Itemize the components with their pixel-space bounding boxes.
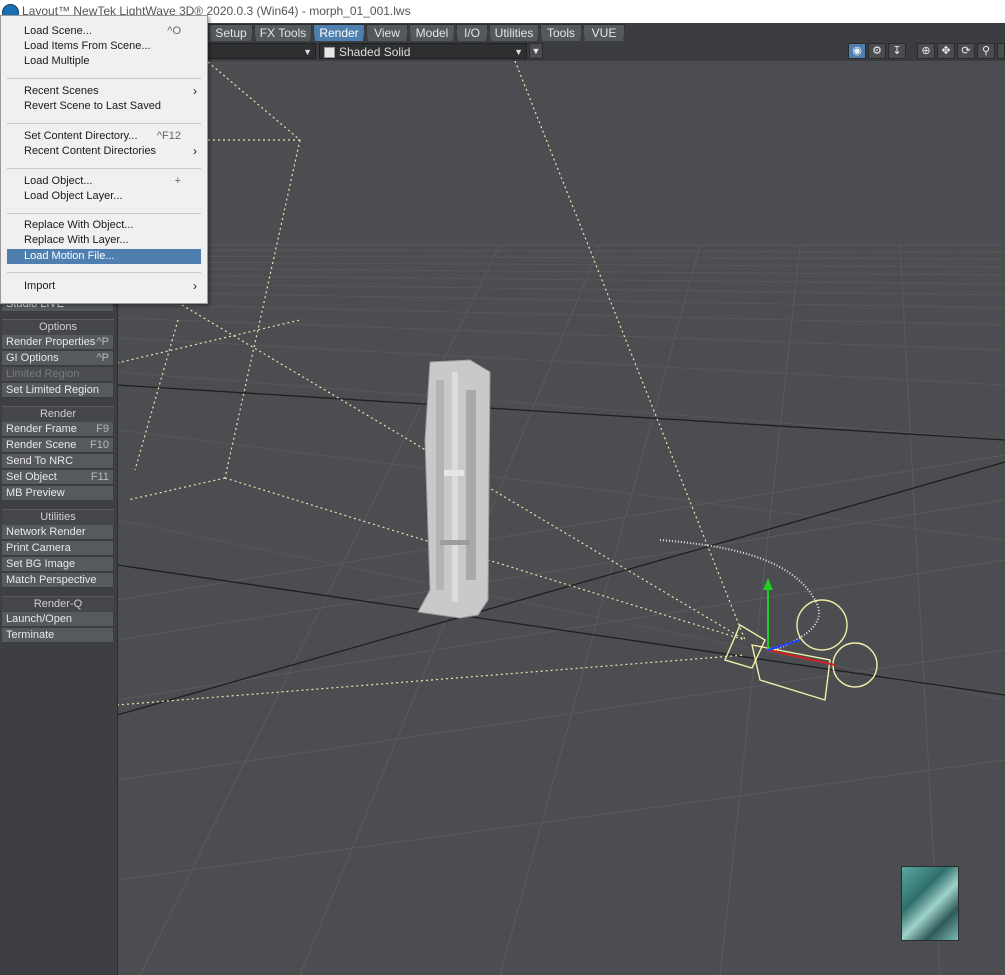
menu-separator	[7, 168, 201, 169]
tab-render[interactable]: Render	[313, 24, 365, 41]
center-icon[interactable]: ⊕	[917, 43, 935, 59]
menu-item-replace-with-object[interactable]: Replace With Object...	[7, 218, 201, 233]
menu-separator	[7, 123, 201, 124]
chevron-right-icon: ›	[193, 84, 197, 98]
view-type-select[interactable]: ▼	[205, 43, 316, 59]
send-to-nrc-button[interactable]: Send To NRC	[2, 454, 113, 469]
tab-fx-tools[interactable]: FX Tools	[254, 24, 312, 41]
menu-separator	[7, 272, 201, 273]
zoom-icon[interactable]: ⚲	[977, 43, 995, 59]
grid-axes	[117, 384, 1005, 716]
network-render-button[interactable]: Network Render	[2, 525, 113, 540]
gi-options-button[interactable]: GI Options ^P	[2, 351, 113, 366]
maximize-icon[interactable]	[997, 43, 1005, 59]
tab-utilities[interactable]: Utilities	[489, 24, 539, 41]
tab-io[interactable]: I/O	[456, 24, 488, 41]
menu-item-load-items-from-scene[interactable]: Load Items From Scene...	[7, 39, 201, 54]
chevron-down-icon: ▼	[531, 46, 541, 56]
transform-gizmo	[763, 578, 836, 666]
shading-mode-select[interactable]: Shaded Solid ▼	[319, 43, 527, 59]
menu-item-replace-with-layer[interactable]: Replace With Layer...	[7, 233, 201, 248]
launch-open-button[interactable]: Launch/Open	[2, 612, 113, 627]
gear-icon[interactable]: ⚙	[868, 43, 886, 59]
extra-options-dropdown[interactable]: ▼	[529, 43, 543, 59]
menu-item-set-content-directory[interactable]: Set Content Directory... ^F12	[7, 129, 201, 144]
group-title-options: Options	[2, 319, 114, 335]
file-load-menu: Load Scene... ^O Load Items From Scene...…	[0, 15, 208, 304]
render-properties-button[interactable]: Render Properties ^P	[2, 335, 113, 350]
print-camera-button[interactable]: Print Camera	[2, 541, 113, 556]
menu-item-load-object-layer[interactable]: Load Object Layer...	[7, 189, 201, 204]
menu-item-import[interactable]: Import ›	[7, 279, 201, 294]
render-scene-button[interactable]: Render Scene F10	[2, 438, 113, 453]
tab-model[interactable]: Model	[409, 24, 455, 41]
move-icon[interactable]: ✥	[937, 43, 955, 59]
3d-viewport[interactable]	[117, 61, 1005, 975]
menu-separator	[7, 78, 201, 79]
set-bg-image-button[interactable]: Set BG Image	[2, 557, 113, 572]
shaded-solid-swatch	[324, 47, 335, 58]
menu-separator	[7, 213, 201, 214]
viewport-scene	[117, 61, 1005, 975]
background-image-thumbnail	[901, 866, 959, 941]
camera-render-icon[interactable]: ◉	[848, 43, 866, 59]
menu-item-load-scene[interactable]: Load Scene... ^O	[7, 24, 201, 39]
menu-item-revert-scene[interactable]: Revert Scene to Last Saved	[7, 99, 201, 114]
scene-object-tower	[417, 359, 491, 619]
set-limited-region-button[interactable]: Set Limited Region	[2, 383, 113, 398]
left-tool-panel: Studio LIVE Options Render Properties ^P …	[0, 297, 118, 975]
mb-preview-button[interactable]: MB Preview	[2, 486, 113, 501]
camera-object	[724, 599, 878, 701]
tab-vue[interactable]: VUE	[583, 24, 625, 41]
tab-tools[interactable]: Tools	[540, 24, 582, 41]
chevron-down-icon: ▼	[303, 47, 312, 57]
menu-item-load-motion-file[interactable]: Load Motion File...	[7, 249, 201, 264]
menu-item-load-multiple[interactable]: Load Multiple	[7, 54, 201, 69]
sel-object-button[interactable]: Sel Object F11	[2, 470, 113, 485]
export-icon[interactable]: ↧	[888, 43, 906, 59]
group-title-render: Render	[2, 406, 114, 422]
menu-item-recent-content-directories[interactable]: Recent Content Directories ›	[7, 144, 201, 159]
match-perspective-button[interactable]: Match Perspective	[2, 573, 113, 588]
limited-region-button: Limited Region	[2, 367, 113, 382]
group-title-utilities: Utilities	[2, 509, 114, 525]
tab-view[interactable]: View	[366, 24, 408, 41]
group-title-render-q: Render-Q	[2, 596, 114, 612]
rotate-icon[interactable]: ⟳	[957, 43, 975, 59]
render-frame-button[interactable]: Render Frame F9	[2, 422, 113, 437]
grid-far	[117, 244, 1005, 701]
tab-setup[interactable]: Setup	[209, 24, 253, 41]
chevron-right-icon: ›	[193, 144, 197, 158]
menu-item-load-object[interactable]: Load Object... +	[7, 174, 201, 189]
menu-item-recent-scenes[interactable]: Recent Scenes ›	[7, 84, 201, 99]
chevron-right-icon: ›	[193, 279, 197, 293]
chevron-down-icon: ▼	[514, 47, 523, 57]
terminate-button[interactable]: Terminate	[2, 628, 113, 643]
